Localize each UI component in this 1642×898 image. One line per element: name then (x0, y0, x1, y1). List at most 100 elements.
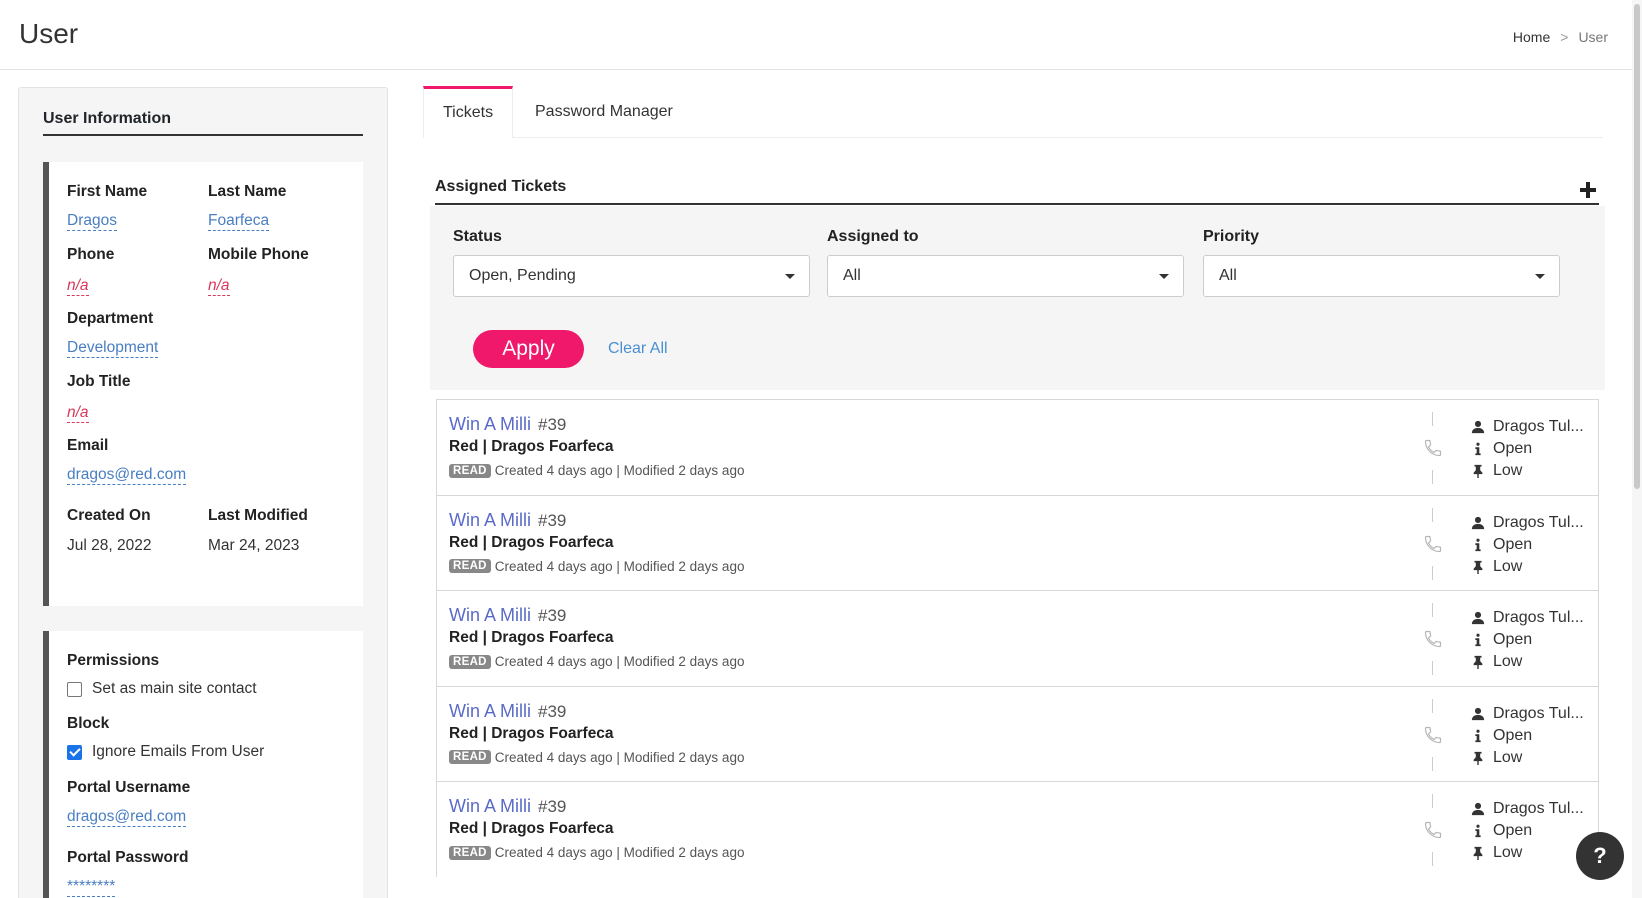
ticket-title-link[interactable]: Win A Milli (449, 414, 531, 434)
priority-filter-value: All (1219, 267, 1237, 284)
ticket-assignee: Dragos Tul... (1493, 513, 1584, 531)
info-icon (1475, 729, 1481, 742)
user-icon (1471, 420, 1485, 434)
mobile-phone-value[interactable]: n/a (208, 276, 230, 296)
ticket-meta: READ Created 4 days ago | Modified 2 day… (449, 845, 744, 860)
divider (1432, 698, 1433, 713)
last-name-value[interactable]: Foarfeca (208, 211, 270, 231)
pin-icon (1473, 464, 1483, 478)
ticket-dates: Created 4 days ago | Modified 2 days ago (494, 558, 745, 574)
job-title-value[interactable]: n/a (67, 403, 89, 423)
main-contact-checkbox[interactable] (67, 681, 82, 697)
portal-password-label: Portal Password (67, 849, 189, 866)
ticket-dates: Created 4 days ago | Modified 2 days ago (494, 749, 745, 765)
permissions-label: Permissions (67, 652, 160, 669)
ticket-status: Open (1493, 822, 1533, 839)
plus-icon[interactable] (1580, 182, 1596, 198)
ignore-emails-row[interactable]: Ignore Emails From User (67, 743, 264, 761)
info-icon (1475, 442, 1481, 456)
ticket-title-link[interactable]: Win A Milli (449, 796, 531, 816)
ticket-priority: Low (1493, 748, 1523, 766)
breadcrumb-separator: > (1560, 29, 1569, 45)
ticket-meta: READ Created 4 days ago | Modified 2 day… (449, 654, 744, 669)
user-details-card: First Name Last Name Dragos Foarfeca Pho… (43, 162, 363, 606)
read-badge: READ (449, 845, 491, 860)
ticket-number: #39 (538, 701, 567, 721)
main-contact-row[interactable]: Set as main site contact (67, 680, 257, 698)
phone-icon[interactable] (1423, 629, 1443, 649)
phone-icon[interactable] (1423, 438, 1443, 458)
divider (1432, 412, 1433, 426)
ticket-subtitle: Red | Dragos Foarfeca (449, 724, 614, 742)
ticket-info: Dragos Tul... Open Low (1471, 703, 1584, 769)
pin-icon (1473, 560, 1483, 574)
block-label: Block (67, 715, 110, 732)
ticket-title-line: Win A Milli #39 (449, 605, 566, 626)
ticket-priority: Low (1493, 462, 1523, 479)
divider (1432, 507, 1433, 522)
ticket-meta: READ Created 4 days ago | Modified 2 day… (449, 463, 744, 478)
user-icon (1471, 611, 1485, 625)
divider (1432, 603, 1433, 617)
tab-password-manager[interactable]: Password Manager (516, 86, 692, 138)
pin-icon (1473, 751, 1483, 765)
priority-filter-select[interactable]: All (1203, 255, 1560, 297)
clear-all-link[interactable]: Clear All (608, 340, 668, 358)
ticket-title-link[interactable]: Win A Milli (449, 701, 531, 721)
portal-username-value[interactable]: dragos@red.com (67, 807, 187, 827)
divider (1432, 852, 1433, 866)
breadcrumb-home[interactable]: Home (1513, 29, 1550, 45)
assigned-to-filter-select[interactable]: All (827, 255, 1184, 297)
info-icon (1475, 824, 1481, 838)
caret-down-icon (785, 274, 795, 279)
ticket-row[interactable]: Win A Milli #39 Red | Dragos Foarfeca REA… (437, 686, 1598, 782)
email-value[interactable]: dragos@red.com (67, 465, 187, 485)
ticket-info: Dragos Tul... Open Low (1471, 607, 1584, 673)
ticket-list: Win A Milli #39 Red | Dragos Foarfeca REA… (436, 399, 1599, 878)
tab-tickets[interactable]: Tickets (423, 86, 514, 138)
help-button[interactable]: ? (1576, 832, 1624, 880)
phone-icon[interactable] (1423, 725, 1443, 745)
priority-filter-label: Priority (1203, 228, 1260, 245)
department-value[interactable]: Development (67, 338, 159, 358)
page-title: User (19, 18, 79, 49)
read-badge: READ (449, 654, 491, 669)
page-scrollbar-thumb[interactable] (1634, 4, 1640, 489)
ticket-row[interactable]: Win A Milli #39 Red | Dragos Foarfeca REA… (437, 782, 1598, 878)
pin-icon (1473, 655, 1483, 669)
portal-password-value[interactable]: ******** (67, 877, 116, 897)
ticket-title-line: Win A Milli #39 (449, 414, 566, 435)
user-info-panel: User Information First Name Last Name Dr… (18, 87, 388, 898)
phone-icon[interactable] (1423, 534, 1443, 554)
last-modified-value: Mar 24, 2023 (208, 537, 300, 554)
ticket-row[interactable]: Win A Milli #39 Red | Dragos Foarfeca REA… (437, 495, 1598, 591)
ticket-assignee: Dragos Tul... (1493, 418, 1584, 435)
last-name-label: Last Name (208, 183, 287, 200)
ticket-number: #39 (538, 510, 567, 530)
status-filter-select[interactable]: Open, Pending (453, 255, 810, 297)
top-bar: User Home > User (0, 0, 1632, 70)
mobile-phone-label: Mobile Phone (208, 246, 309, 263)
breadcrumb: Home > User (1513, 29, 1608, 45)
ticket-subtitle: Red | Dragos Foarfeca (449, 533, 614, 551)
ticket-filters: Status Open, Pending Assigned to All Pri… (430, 206, 1605, 390)
ticket-row[interactable]: Win A Milli #39 Red | Dragos Foarfeca REA… (437, 591, 1598, 687)
ticket-status: Open (1493, 631, 1533, 648)
ticket-dates: Created 4 days ago | Modified 2 days ago (494, 654, 745, 669)
assigned-tickets-divider (435, 203, 1599, 205)
phone-icon[interactable] (1423, 820, 1443, 840)
department-label: Department (67, 310, 154, 327)
ticket-title-link[interactable]: Win A Milli (449, 510, 531, 530)
apply-button[interactable]: Apply (473, 330, 584, 368)
read-badge: READ (449, 750, 491, 764)
ignore-emails-checkbox[interactable] (67, 744, 82, 760)
phone-value[interactable]: n/a (67, 276, 89, 296)
page-scrollbar[interactable] (1632, 0, 1642, 898)
pin-icon (1473, 846, 1483, 860)
first-name-value[interactable]: Dragos (67, 211, 117, 231)
user-icon (1471, 802, 1485, 816)
ticket-dates: Created 4 days ago | Modified 2 days ago (494, 845, 745, 860)
ticket-row[interactable]: Win A Milli #39 Red | Dragos Foarfeca REA… (437, 400, 1598, 496)
ticket-subtitle: Red | Dragos Foarfeca (449, 820, 614, 837)
ticket-title-link[interactable]: Win A Milli (449, 605, 531, 625)
